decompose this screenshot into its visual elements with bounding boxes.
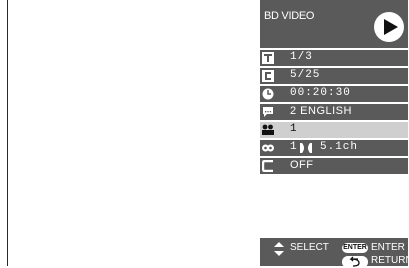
enter-hint: ENTER [371,242,405,253]
chapter-value: 5/25 [290,69,321,81]
title-icon [262,52,274,64]
up-down-arrows-icon [274,242,284,256]
play-icon [384,19,398,35]
return-icon [342,256,368,268]
onscreen-display-panel: BD VIDEO 1/3 5/25 00:20:30 2 ENGLISH 1 1… [260,0,409,268]
osd-footer: SELECT ENTER ENTER RETURN [260,238,409,268]
enter-button-icon: ENTER [342,243,368,253]
dolby-icon [300,143,312,153]
audio-icon [262,144,274,152]
chapter-icon [262,70,274,82]
osd-row-chapter[interactable]: 5/25 [260,68,408,84]
select-hint: SELECT [290,242,329,253]
return-hint: RETURN [371,255,409,266]
osd-row-angle[interactable]: 1 [260,122,408,138]
osd-row-subtitle-style[interactable]: OFF [260,158,408,174]
osd-row-title[interactable]: 1/3 [260,50,408,66]
subtitle-style-icon [262,160,273,172]
audio-channels: 5.1ch [320,141,359,153]
subtitle-style-value: OFF [290,159,314,171]
subtitle-icon [263,107,273,117]
osd-row-audio[interactable]: 1 5.1ch [260,140,408,156]
osd-row-subtitle[interactable]: 2 ENGLISH [260,104,408,120]
title-value: 1/3 [290,51,313,63]
angle-value: 1 [290,123,298,135]
time-value: 00:20:30 [290,87,351,99]
audio-value: 1 [290,141,298,153]
subtitle-value: 2 ENGLISH [290,105,352,117]
osd-header: BD VIDEO [260,0,408,48]
clock-icon [262,88,274,100]
disc-type-label: BD VIDEO [264,10,315,22]
osd-row-time[interactable]: 00:20:30 [260,86,408,102]
angle-icon [262,124,274,135]
play-status-icon [374,12,404,42]
